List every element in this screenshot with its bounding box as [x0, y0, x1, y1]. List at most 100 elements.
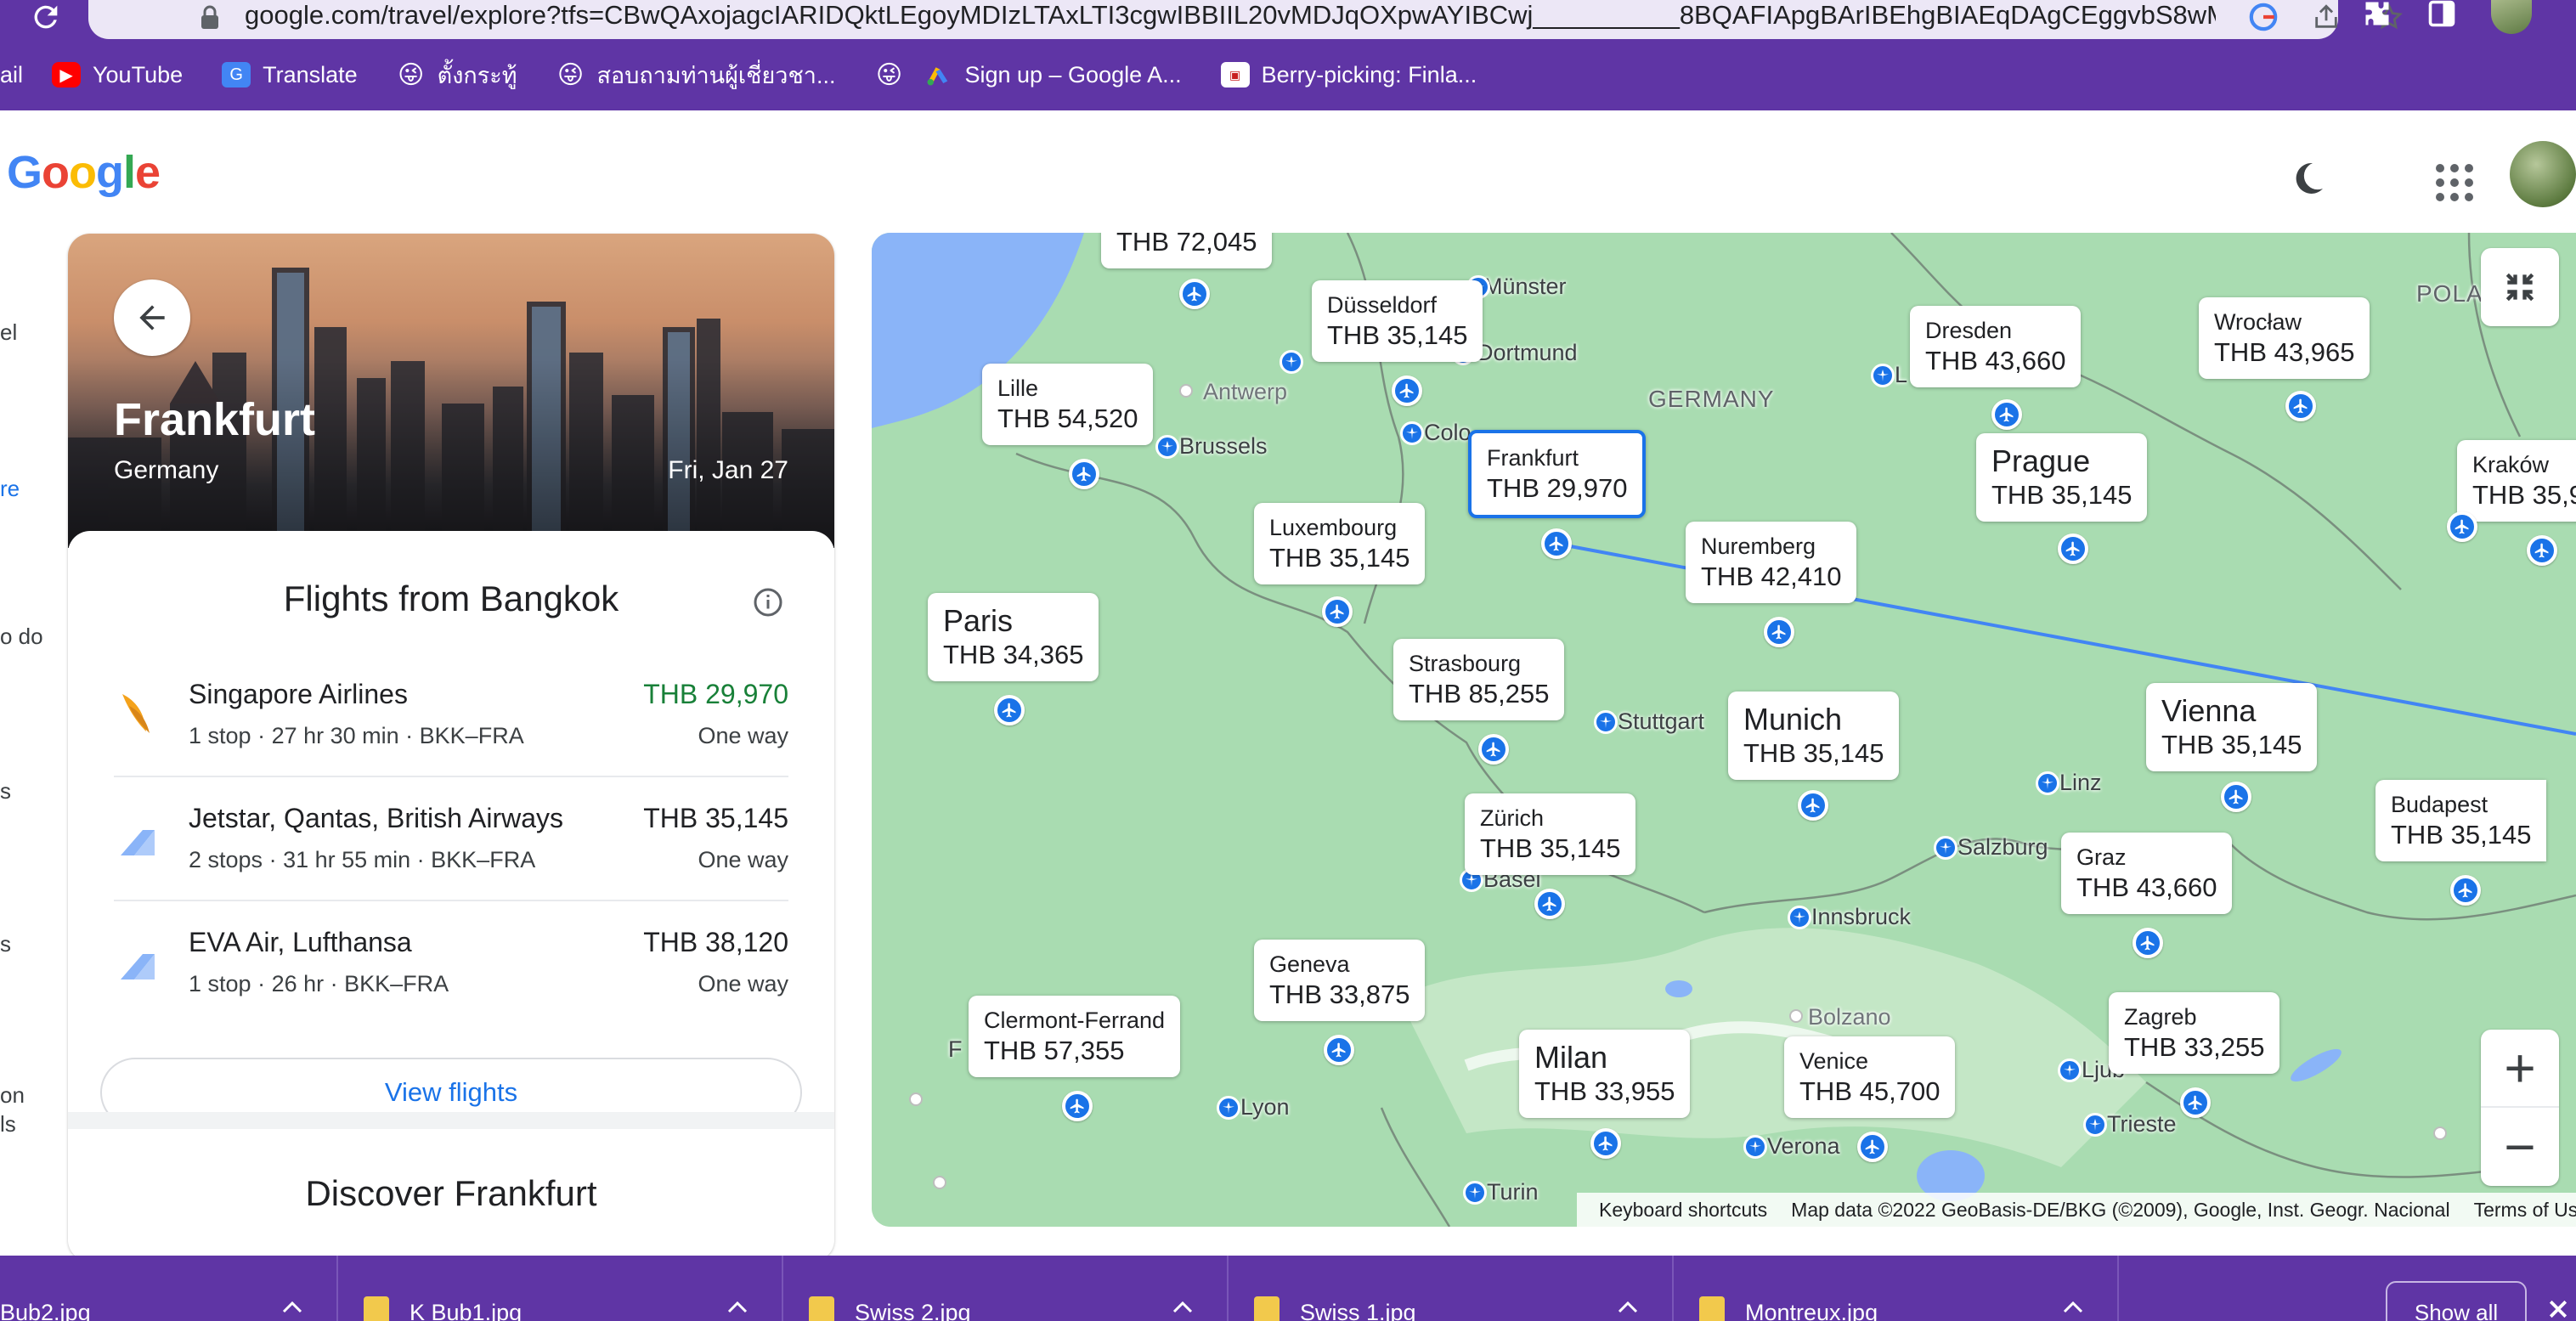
flight-price-pin[interactable]: [994, 695, 1025, 725]
flight-price-pin[interactable]: [1392, 375, 1422, 406]
back-button[interactable]: [114, 279, 190, 356]
zoom-out-button[interactable]: −: [2481, 1108, 2559, 1186]
lock-icon[interactable]: [199, 5, 221, 31]
nav-item[interactable]: s: [0, 778, 11, 804]
map-price-card[interactable]: Milan THB 33,955: [1519, 1030, 1691, 1118]
city-marker[interactable]: [2083, 1113, 2107, 1137]
flight-price-pin[interactable]: [2133, 928, 2163, 958]
flight-price-pin[interactable]: [1179, 279, 1210, 309]
flight-price-pin[interactable]: [1857, 1132, 1888, 1162]
flight-price-pin[interactable]: [1322, 596, 1353, 627]
flight-price-pin[interactable]: [2180, 1087, 2211, 1118]
nav-item[interactable]: s: [0, 931, 11, 957]
city-marker[interactable]: [2058, 1058, 2082, 1082]
close-icon[interactable]: [2545, 1296, 2571, 1321]
download-item[interactable]: Montreux.jpg: [1674, 1256, 2119, 1321]
flight-price-pin[interactable]: [1991, 399, 2022, 430]
bookmark-youtube[interactable]: ▶ YouTube: [52, 62, 183, 88]
bookmark-berry[interactable]: ▣ Berry-picking: Finla...: [1220, 62, 1477, 88]
map-price-card[interactable]: Wrocław THB 43,965: [2199, 297, 2370, 379]
address-bar[interactable]: google.com/travel/explore?tfs=CBwQAxojag…: [88, 0, 2403, 39]
download-item[interactable]: Swiss 1.jpg: [1229, 1256, 1674, 1321]
nav-item[interactable]: on: [0, 1082, 25, 1109]
city-marker[interactable]: [1871, 364, 1895, 387]
flight-option-row[interactable]: Jetstar, Qantas, British Airways 2 stops…: [114, 777, 788, 901]
bookmark-google-ads[interactable]: Sign up – Google A...: [924, 62, 1182, 88]
chevron-up-icon[interactable]: [1616, 1298, 1640, 1315]
side-panel-icon[interactable]: [2426, 0, 2457, 36]
flight-price-pin[interactable]: [1062, 1091, 1093, 1121]
city-marker[interactable]: [1400, 421, 1424, 445]
map-price-card[interactable]: Luxembourg THB 35,145: [1254, 503, 1426, 584]
show-all-downloads-button[interactable]: Show all: [2386, 1281, 2527, 1321]
terms-of-use-link[interactable]: Terms of Use: [2474, 1199, 2576, 1222]
url-text[interactable]: google.com/travel/explore?tfs=CBwQAxojag…: [245, 0, 2216, 34]
bookmark-pantip-ask[interactable]: 😜 สอบถามท่านผู้เชี่ยวชา...: [556, 57, 836, 93]
city-marker[interactable]: [1155, 435, 1179, 459]
share-icon[interactable]: [2309, 0, 2343, 34]
flight-price-pin[interactable]: [1590, 1128, 1621, 1159]
map-price-card-selected[interactable]: Frankfurt THB 29,970: [1468, 430, 1647, 518]
google-lens-icon[interactable]: [2246, 0, 2280, 34]
account-avatar[interactable]: [2510, 141, 2576, 207]
map-price-card[interactable]: Clermont-Ferrand THB 57,355: [969, 996, 1181, 1077]
extensions-icon[interactable]: [2362, 0, 2392, 36]
map-price-card[interactable]: Zagreb THB 33,255: [2109, 992, 2280, 1074]
map-price-card[interactable]: Geneva THB 33,875: [1254, 940, 1426, 1021]
chevron-up-icon[interactable]: [280, 1298, 304, 1315]
nav-item-explore[interactable]: re: [0, 476, 20, 502]
map-price-card[interactable]: Paris THB 34,365: [928, 593, 1099, 681]
flight-price-pin[interactable]: [1798, 790, 1828, 821]
flight-price-pin[interactable]: [1324, 1035, 1354, 1065]
dark-mode-icon[interactable]: [2287, 158, 2328, 199]
explore-map[interactable]: Münster Dortmund Antwerp Brussels Colo G…: [872, 233, 2576, 1227]
city-marker[interactable]: [1594, 710, 1618, 734]
download-item[interactable]: Bub2.jpg: [0, 1256, 338, 1321]
bookmark-item[interactable]: ail: [0, 62, 23, 88]
map-price-card[interactable]: Graz THB 43,660: [2061, 833, 2233, 914]
zoom-in-button[interactable]: +: [2481, 1030, 2559, 1108]
travel-date[interactable]: Fri, Jan 27: [668, 456, 788, 485]
google-logo[interactable]: Google: [7, 146, 161, 199]
reload-icon[interactable]: [29, 0, 63, 34]
city-marker[interactable]: [2036, 771, 2059, 795]
flight-price-pin[interactable]: [1478, 734, 1509, 765]
flight-price-pin[interactable]: [2285, 391, 2316, 421]
city-marker[interactable]: [1743, 1135, 1767, 1159]
chevron-up-icon[interactable]: [726, 1298, 749, 1315]
apps-grid-icon[interactable]: [2430, 158, 2473, 201]
map-price-card[interactable]: Zürich THB 35,145: [1465, 793, 1636, 875]
profile-avatar[interactable]: [2491, 0, 2532, 34]
flight-price-pin[interactable]: [2447, 511, 2477, 542]
flight-price-pin-selected[interactable]: [1541, 528, 1572, 559]
map-price-card[interactable]: THB 72,045: [1101, 233, 1273, 268]
download-item[interactable]: Swiss 2.jpg: [783, 1256, 1229, 1321]
bookmark-pantip-post[interactable]: 😜 ตั้งกระทู้: [397, 57, 517, 93]
map-price-card[interactable]: Dresden THB 43,660: [1910, 306, 2082, 387]
flight-price-pin[interactable]: [2450, 875, 2481, 906]
chevron-up-icon[interactable]: [1171, 1298, 1195, 1315]
nav-item[interactable]: ls: [0, 1111, 16, 1138]
bookmark-translate[interactable]: G Translate: [222, 62, 358, 88]
nav-item[interactable]: el: [0, 319, 17, 346]
map-price-card[interactable]: Strasbourg THB 85,255: [1393, 639, 1565, 720]
chevron-up-icon[interactable]: [2061, 1298, 2085, 1315]
info-icon[interactable]: [753, 587, 783, 618]
city-marker[interactable]: [1934, 836, 1957, 860]
flight-price-pin[interactable]: [1764, 617, 1794, 647]
nav-item[interactable]: o do: [0, 624, 43, 650]
map-price-card[interactable]: Venice THB 45,700: [1784, 1036, 1956, 1118]
flight-price-pin[interactable]: [1069, 459, 1099, 489]
map-price-card[interactable]: Prague THB 35,145: [1976, 433, 2148, 522]
city-marker[interactable]: [1788, 906, 1811, 929]
flight-price-pin[interactable]: [2527, 535, 2557, 566]
city-marker[interactable]: [1463, 1181, 1487, 1205]
download-item[interactable]: K Bub1.jpg: [338, 1256, 783, 1321]
map-price-card[interactable]: Lille THB 54,520: [982, 364, 1154, 445]
map-price-card[interactable]: Munich THB 35,145: [1728, 692, 1900, 780]
map-price-card[interactable]: Budapest THB 35,145: [2375, 780, 2547, 861]
city-marker[interactable]: [1217, 1096, 1240, 1120]
keyboard-shortcuts-link[interactable]: Keyboard shortcuts: [1599, 1199, 1767, 1222]
flight-option-row[interactable]: Singapore Airlines 1 stop · 27 hr 30 min…: [114, 653, 788, 777]
map-price-card[interactable]: Nuremberg THB 42,410: [1686, 522, 1857, 603]
